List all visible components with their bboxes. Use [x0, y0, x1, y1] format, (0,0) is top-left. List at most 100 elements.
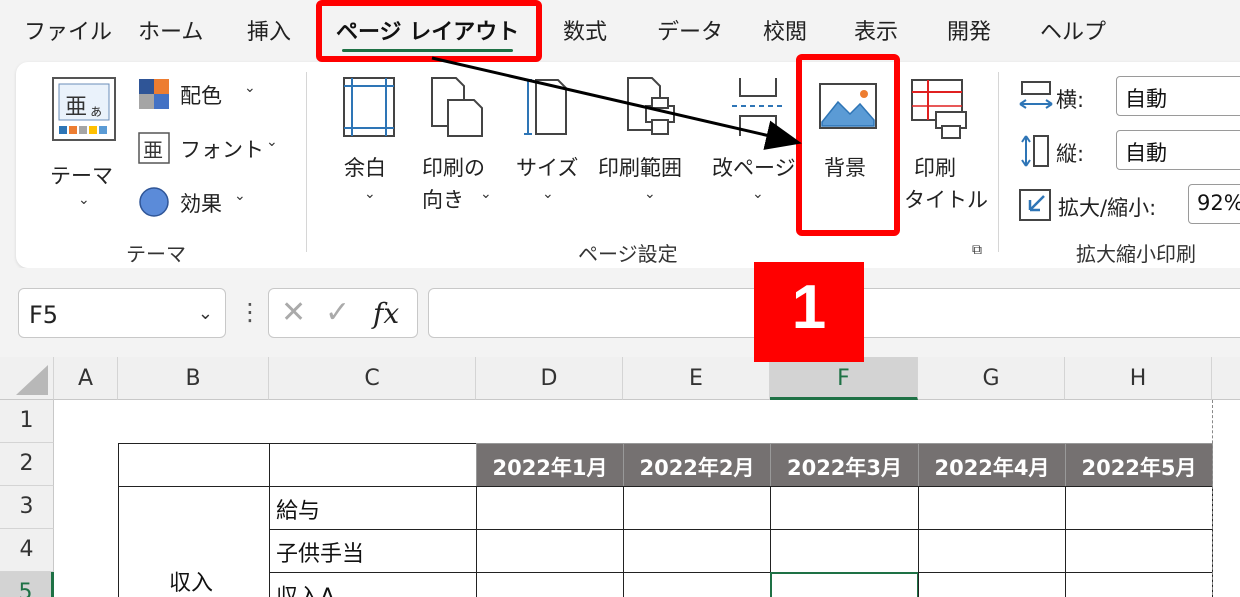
cell-c5[interactable]: 収入A [269, 572, 477, 597]
cell-d3[interactable] [476, 486, 624, 530]
scale-input[interactable]: 92% [1188, 184, 1240, 224]
cell-e2[interactable]: 2022年2月 [623, 443, 771, 487]
formula-buttons: ✕ ✓ fx [268, 288, 418, 338]
row-header-5[interactable]: 5 [0, 572, 54, 597]
column-header-e[interactable]: E [623, 357, 770, 400]
print-area-button[interactable]: 印刷範囲 ⌄ [598, 76, 702, 216]
height-dropdown[interactable]: 自動 [1116, 130, 1240, 170]
orientation-button[interactable]: 印刷の 向き ⌄ [416, 76, 506, 216]
effects-button[interactable]: 効果 ⌄ [138, 186, 268, 220]
group-divider [306, 72, 307, 252]
highlight-page-layout-tab [316, 0, 542, 62]
cell-e4[interactable] [623, 529, 771, 573]
size-icon [524, 79, 567, 135]
cell-f3[interactable] [770, 486, 919, 530]
svg-text:ぁ: ぁ [89, 104, 103, 120]
group-divider [998, 72, 999, 252]
row-header-2[interactable]: 2 [0, 443, 54, 486]
chevron-down-icon[interactable]: ⌄ [198, 303, 213, 324]
column-header-d[interactable]: D [476, 357, 623, 400]
print-titles-button[interactable]: 印刷 タイトル [900, 76, 988, 216]
column-header-g[interactable]: G [918, 357, 1065, 400]
tab-insert[interactable]: 挿入 [247, 14, 291, 46]
row-header-4[interactable]: 4 [0, 529, 54, 572]
cell-h4[interactable] [1065, 529, 1213, 573]
cell-b3-income[interactable]: 収入 [118, 486, 270, 597]
print-titles-label-line2: タイトル [904, 188, 988, 212]
tab-help[interactable]: ヘルプ [1040, 14, 1106, 46]
chevron-down-icon: ⌄ [244, 80, 256, 96]
scale-icon [1019, 189, 1051, 221]
tab-file[interactable]: ファイル [24, 14, 112, 46]
cell-h3[interactable] [1065, 486, 1213, 530]
column-header-h[interactable]: H [1065, 357, 1212, 400]
margins-icon [343, 77, 395, 137]
cell-e5[interactable] [623, 572, 771, 597]
enter-icon[interactable]: ✓ [325, 295, 350, 330]
effects-icon [139, 187, 169, 217]
tab-developer[interactable]: 開発 [947, 14, 991, 46]
insert-function-icon[interactable]: fx [373, 297, 399, 330]
breaks-button[interactable]: 改ページ ⌄ [710, 76, 806, 216]
column-header-i[interactable] [1212, 357, 1240, 400]
cell-c3[interactable]: 給与 [269, 486, 477, 530]
chevron-down-icon: ⌄ [78, 192, 90, 208]
cell-g5[interactable] [918, 572, 1066, 597]
cell-d5[interactable] [476, 572, 624, 597]
row-header-3[interactable]: 3 [0, 486, 54, 529]
fonts-label: フォント [180, 138, 264, 162]
select-all-corner[interactable] [0, 357, 54, 400]
column-header-c[interactable]: C [269, 357, 476, 400]
cell-c2[interactable] [269, 443, 477, 487]
cell-f2[interactable]: 2022年3月 [770, 443, 919, 487]
column-header-b[interactable]: B [118, 357, 269, 400]
chevron-down-icon: ⌄ [542, 186, 554, 202]
dialog-launcher-icon[interactable]: ⧉ [972, 242, 982, 258]
cancel-icon[interactable]: ✕ [281, 295, 306, 330]
chevron-down-icon: ⌄ [644, 186, 656, 202]
svg-text:亜: 亜 [143, 138, 163, 162]
column-header-a[interactable]: A [54, 357, 118, 400]
cell-d2[interactable]: 2022年1月 [476, 443, 624, 487]
tab-formulas[interactable]: 数式 [563, 14, 607, 46]
themes-icon: 亜 ぁ [52, 77, 116, 141]
themes-button[interactable]: 亜 ぁ テーマ ⌄ [44, 74, 124, 214]
cell-f5-active[interactable] [770, 572, 919, 597]
cell-d4[interactable] [476, 529, 624, 573]
cell-g4[interactable] [918, 529, 1066, 573]
tab-review[interactable]: 校閲 [763, 14, 807, 46]
column-header-f[interactable]: F [770, 357, 918, 400]
colors-label: 配色 [180, 84, 222, 108]
height-label: 縦: [1056, 142, 1085, 166]
tab-data[interactable]: データ [657, 14, 723, 46]
width-dropdown[interactable]: 自動 [1116, 76, 1240, 116]
name-box[interactable]: F5 ⌄ [18, 288, 226, 338]
margins-button[interactable]: 余白 ⌄ [334, 76, 404, 216]
cell-f4[interactable] [770, 529, 919, 573]
page-break-line [1212, 400, 1213, 597]
cell-b2[interactable] [118, 443, 270, 487]
size-button[interactable]: サイズ ⌄ [514, 76, 584, 216]
breaks-label: 改ページ [712, 156, 796, 180]
margins-label: 余白 [344, 156, 386, 180]
cell-e3[interactable] [623, 486, 771, 530]
effects-label: 効果 [180, 192, 222, 216]
cell-g2[interactable]: 2022年4月 [918, 443, 1066, 487]
menu-bar: ファイル ホーム 挿入 ページ レイアウト 数式 データ 校閲 表示 開発 ヘル… [0, 0, 1240, 62]
more-options-icon[interactable]: ⋮ [238, 298, 262, 326]
cell-g3[interactable] [918, 486, 1066, 530]
chevron-down-icon: ⌄ [480, 186, 492, 202]
fonts-button[interactable]: 亜 フォント ⌄ [138, 132, 288, 166]
colors-button[interactable]: 配色 ⌄ [138, 78, 268, 112]
scale-label: 拡大/縮小: [1058, 196, 1157, 220]
row-header-1[interactable]: 1 [0, 400, 54, 443]
cell-h5[interactable] [1065, 572, 1213, 597]
cell-h2[interactable]: 2022年5月 [1065, 443, 1213, 487]
cell-c4[interactable]: 子供手当 [269, 529, 477, 573]
chevron-down-icon: ⌄ [364, 186, 376, 202]
worksheet-grid: A B C D E F G H 1 2 3 4 5 2022年1月 2022年2… [0, 357, 1240, 597]
colors-icon [139, 79, 169, 109]
tab-view[interactable]: 表示 [854, 14, 898, 46]
breaks-icon [732, 78, 784, 136]
tab-home[interactable]: ホーム [138, 14, 203, 46]
